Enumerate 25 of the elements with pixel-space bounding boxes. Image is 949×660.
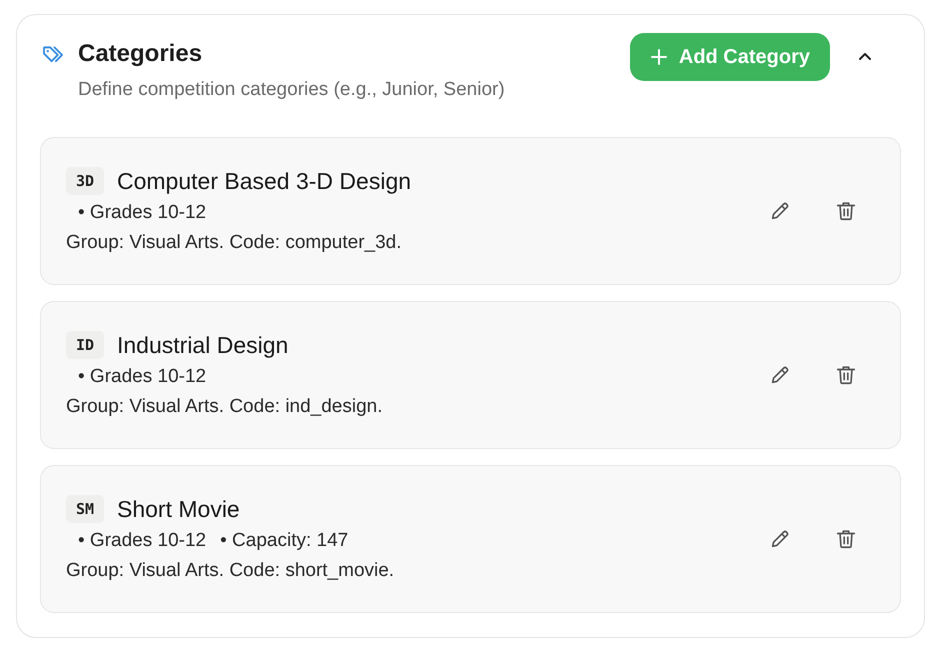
category-detail: • Grades 10-12 — [78, 529, 206, 553]
plus-icon — [650, 49, 667, 65]
category-detail: • Capacity: 147 — [220, 529, 348, 553]
category-description: Group: Visual Arts. Code: computer_3d. — [66, 231, 402, 255]
tags-icon — [42, 44, 65, 64]
trash-icon — [835, 528, 857, 550]
pencil-icon — [769, 528, 791, 550]
pencil-icon — [769, 200, 791, 222]
category-name: Industrial Design — [117, 331, 288, 360]
pencil-icon — [769, 364, 791, 386]
category-name: Short Movie — [117, 495, 240, 524]
section-title: Categories — [78, 39, 202, 69]
category-detail: • Grades 10-12 — [78, 201, 206, 225]
category-code-badge: SM — [66, 495, 104, 523]
trash-icon — [835, 364, 857, 386]
category-detail: • Grades 10-12 — [78, 365, 206, 389]
category-name: Computer Based 3-D Design — [117, 167, 412, 196]
chevron-up-icon — [857, 52, 873, 62]
trash-icon — [835, 200, 857, 222]
section-subtitle: Define competition categories (e.g., Junior, Senior) — [78, 78, 505, 102]
category-description: Group: Visual Arts. Code: ind_design. — [66, 395, 383, 419]
category-code-badge: 3D — [66, 167, 104, 195]
category-code-badge: ID — [66, 331, 104, 359]
category-description: Group: Visual Arts. Code: short_movie. — [66, 559, 394, 583]
add-category-button[interactable]: Add Category — [630, 33, 830, 81]
